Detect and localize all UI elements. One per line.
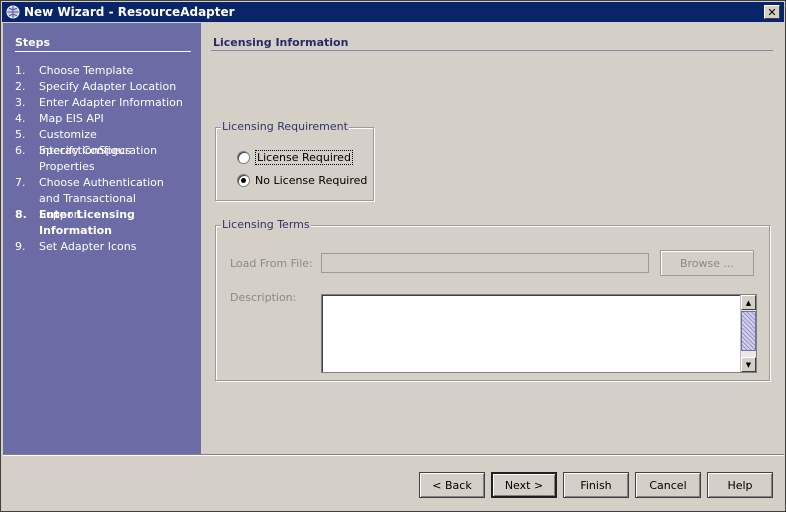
description-scrollbar[interactable]: ▲ ▼ [740, 295, 756, 372]
license-required-radio[interactable] [237, 151, 250, 164]
step-number: 9. [15, 240, 26, 253]
steps-divider [15, 51, 191, 52]
step-number: 4. [15, 112, 26, 125]
radio-label: License Required [255, 150, 353, 165]
step-item: 1. Choose Template [15, 63, 189, 79]
load-from-file-field[interactable] [321, 253, 649, 273]
step-label: Specify Configuration Properties [39, 144, 158, 173]
step-item: 4. Map EIS API [15, 111, 189, 127]
step-label: Enter Licensing Information [39, 208, 135, 237]
window-title: New Wizard - ResourceAdapter [24, 5, 235, 19]
step-label: Specify Adapter Location [39, 80, 177, 93]
step-number: 1. [15, 64, 26, 77]
cancel-button[interactable]: Cancel [635, 472, 701, 498]
step-number: 2. [15, 80, 26, 93]
scroll-down-icon[interactable]: ▼ [741, 357, 756, 372]
step-item: 9. Set Adapter Icons [15, 239, 189, 255]
steps-header: Steps [15, 36, 51, 49]
step-number: 6. [15, 144, 26, 157]
step-label: Enter Adapter Information [39, 96, 183, 109]
wizard-window: New Wizard - ResourceAdapter ✕ Steps 1. … [0, 0, 786, 512]
no-license-required-option[interactable]: No License Required [237, 174, 367, 187]
finish-button[interactable]: Finish [563, 472, 629, 498]
scroll-thumb[interactable] [741, 311, 756, 351]
steps-panel: Steps 1. Choose Template 2. Specify Adap… [3, 23, 201, 454]
title-divider [211, 50, 773, 51]
close-icon[interactable]: ✕ [764, 5, 780, 19]
load-from-file-label: Load From File: [230, 257, 313, 270]
no-license-required-radio[interactable] [237, 174, 250, 187]
step-label: Set Adapter Icons [39, 240, 137, 253]
page-title: Licensing Information [213, 36, 349, 49]
licensing-requirement-group: Licensing Requirement License Required N… [215, 121, 374, 201]
description-label: Description: [230, 291, 297, 304]
button-bar-divider [3, 454, 784, 456]
step-label: Choose Template [39, 64, 134, 77]
description-textarea[interactable]: ▲ ▼ [321, 294, 757, 373]
step-item-current: 8. Enter Licensing Information [15, 207, 149, 239]
group-legend: Licensing Terms [221, 218, 311, 231]
next-button[interactable]: Next > [491, 472, 557, 498]
step-label: Map EIS API [39, 112, 104, 125]
back-button[interactable]: < Back [419, 472, 485, 498]
step-number: 8. [15, 208, 27, 221]
browse-button[interactable]: Browse ... [660, 250, 754, 276]
scroll-up-icon[interactable]: ▲ [741, 295, 756, 310]
step-item: 2. Specify Adapter Location [15, 79, 189, 95]
help-button[interactable]: Help [707, 472, 773, 498]
group-legend: Licensing Requirement [221, 120, 349, 133]
title-bar[interactable]: New Wizard - ResourceAdapter ✕ [2, 2, 784, 22]
radio-label: No License Required [255, 174, 368, 187]
step-number: 3. [15, 96, 26, 109]
licensing-terms-group: Licensing Terms Load From File: Browse .… [215, 219, 770, 381]
step-item: 3. Enter Adapter Information [15, 95, 189, 111]
wizard-globe-icon [5, 4, 21, 20]
license-required-option[interactable]: License Required [237, 150, 353, 165]
step-item: 6. Specify Configuration Properties [15, 143, 167, 175]
